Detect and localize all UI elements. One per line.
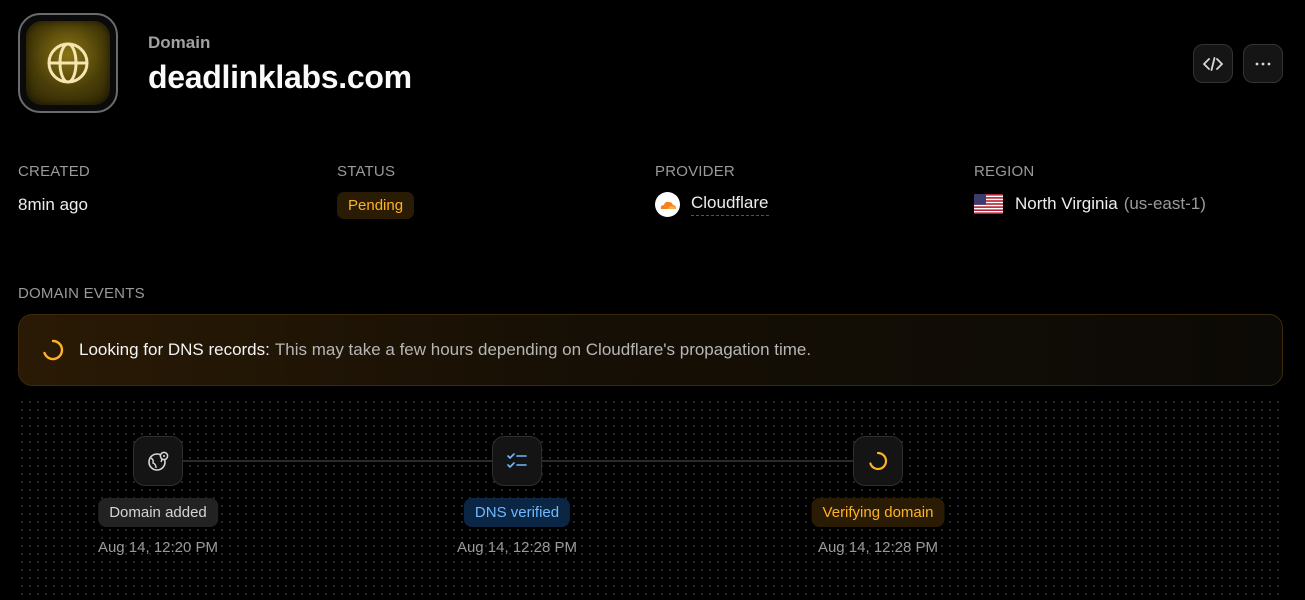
- step-label: Verifying domain: [811, 498, 945, 527]
- domain-detail-page: Domain deadlinklabs.com CREATED 8min ago…: [0, 0, 1305, 600]
- page-title: deadlinklabs.com: [148, 59, 412, 95]
- globe-pin-icon: [148, 451, 169, 471]
- timeline-connector: [183, 460, 493, 462]
- timeline-node-domain-added: [133, 436, 183, 486]
- region-name: North Virginia: [1015, 194, 1118, 213]
- stat-region: REGION North Virginia (us-east-1): [974, 163, 1206, 214]
- timeline-node-dns-verified: [492, 436, 542, 486]
- checklist-icon: [507, 453, 527, 468]
- stat-label: REGION: [974, 163, 1035, 180]
- banner-heading: Looking for DNS records:: [79, 340, 270, 359]
- globe-icon: [47, 42, 89, 84]
- ellipsis-icon: [1255, 62, 1271, 65]
- spinner-icon: [869, 451, 888, 471]
- spinner-icon: [43, 339, 64, 361]
- page-subtitle: Domain: [148, 33, 211, 52]
- more-options-button[interactable]: [1243, 44, 1283, 83]
- stat-created: CREATED 8min ago: [18, 163, 90, 215]
- code-icon: [1203, 56, 1223, 71]
- stat-label: CREATED: [18, 163, 90, 180]
- timeline-connector: [542, 460, 854, 462]
- dns-status-banner: Looking for DNS records: This may take a…: [18, 314, 1283, 386]
- step-time: Aug 14, 12:28 PM: [817, 539, 939, 556]
- code-view-button[interactable]: [1193, 44, 1233, 83]
- created-value: 8min ago: [18, 195, 88, 214]
- cloudflare-icon: [655, 192, 680, 217]
- stat-provider: PROVIDER Cloudflare: [655, 163, 769, 217]
- stat-status: STATUS Pending: [337, 163, 415, 219]
- step-label: DNS verified: [463, 498, 571, 527]
- provider-link[interactable]: Cloudflare: [691, 193, 769, 216]
- step-label: Domain added: [98, 498, 218, 527]
- stat-label: STATUS: [337, 163, 396, 180]
- banner-text: This may take a few hours depending on C…: [274, 340, 812, 359]
- us-flag-icon: [974, 194, 1003, 214]
- region-code: (us-east-1): [1123, 194, 1206, 213]
- timeline-node-verifying-domain: [853, 436, 903, 486]
- section-title: DOMAIN EVENTS: [18, 285, 145, 302]
- step-time: Aug 14, 12:20 PM: [97, 539, 219, 556]
- step-time: Aug 14, 12:28 PM: [456, 539, 578, 556]
- domain-logo: [18, 13, 118, 113]
- stat-label: PROVIDER: [655, 163, 735, 180]
- status-badge: Pending: [337, 192, 415, 219]
